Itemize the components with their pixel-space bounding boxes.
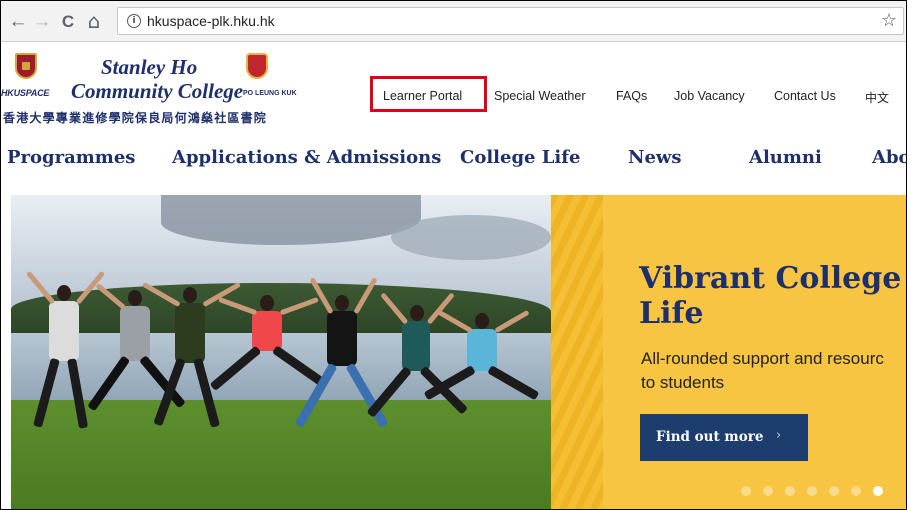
promo-title-line2: Life [639,296,704,331]
learner-portal-highlight [370,76,487,112]
plk-wordmark: PO LEUNG KUK [243,90,297,97]
mainnav-college-life[interactable]: College Life [460,147,580,168]
carousel-dot[interactable] [873,486,883,496]
address-bar[interactable]: i hkuspace-plk.hku.hk ☆ [117,7,904,35]
carousel-dot[interactable] [763,486,773,496]
reload-icon[interactable]: C [57,10,79,32]
hero-photo [11,195,551,509]
carousel-dot[interactable] [807,486,817,496]
promo-panel: Vibrant College Life All-rounded support… [551,195,906,509]
topnav-job-vacancy[interactable]: Job Vacancy [674,89,745,103]
topnav-special-weather[interactable]: Special Weather [494,89,586,103]
promo-text-line1: All-rounded support and resourc [641,349,884,368]
mainnav-alumni[interactable]: Alumni [749,147,822,168]
promo-title-line1: Vibrant College [639,261,902,296]
college-name-line1: Stanley Ho [101,55,198,79]
find-out-more-button[interactable]: Find out more › [640,414,808,461]
back-icon[interactable]: ← [7,10,29,32]
topnav-chinese[interactable]: 中文 [865,89,889,106]
url-text[interactable]: hkuspace-plk.hku.hk [147,13,275,29]
promo-text-line2: to students [641,373,725,392]
hkuspace-wordmark: HKUSPACE [1,88,50,98]
hku-crest-icon [15,53,37,79]
carousel-dot[interactable] [829,486,839,496]
promo-description: All-rounded support and resourc to stude… [641,347,884,395]
carousel-dots [741,486,883,496]
info-icon[interactable]: i [127,14,141,28]
plk-emblem-icon [246,53,268,79]
carousel-dot[interactable] [741,486,751,496]
college-name-line2: Community College [71,79,244,103]
mainnav-about[interactable]: Abo [872,147,906,168]
college-chinese-name: 香港大學專業進修學院保良局何鴻燊社區書院 [3,111,268,125]
bookmark-star-icon[interactable]: ☆ [881,10,897,31]
screen: ← → C ⌂ i hkuspace-plk.hku.hk ☆ HKUSPACE… [0,0,907,510]
mainnav-applications-admissions[interactable]: Applications & Admissions [172,147,441,168]
carousel-dot[interactable] [785,486,795,496]
topnav-contact-us[interactable]: Contact Us [774,89,836,103]
mainnav-programmes[interactable]: Programmes [7,147,135,168]
browser-toolbar: ← → C ⌂ i hkuspace-plk.hku.hk ☆ [1,1,906,42]
chevron-right-icon: › [776,428,782,443]
promo-title: Vibrant College Life [639,261,901,331]
carousel-dot[interactable] [851,486,861,496]
promo-stripe [551,195,603,509]
forward-icon[interactable]: → [31,10,53,32]
college-logo[interactable]: HKUSPACE Stanley Ho Community College PO… [1,49,301,129]
mainnav-news[interactable]: News [628,147,682,168]
topnav-faqs[interactable]: FAQs [616,89,647,103]
find-out-more-label: Find out more [656,429,764,445]
home-icon[interactable]: ⌂ [83,10,105,32]
